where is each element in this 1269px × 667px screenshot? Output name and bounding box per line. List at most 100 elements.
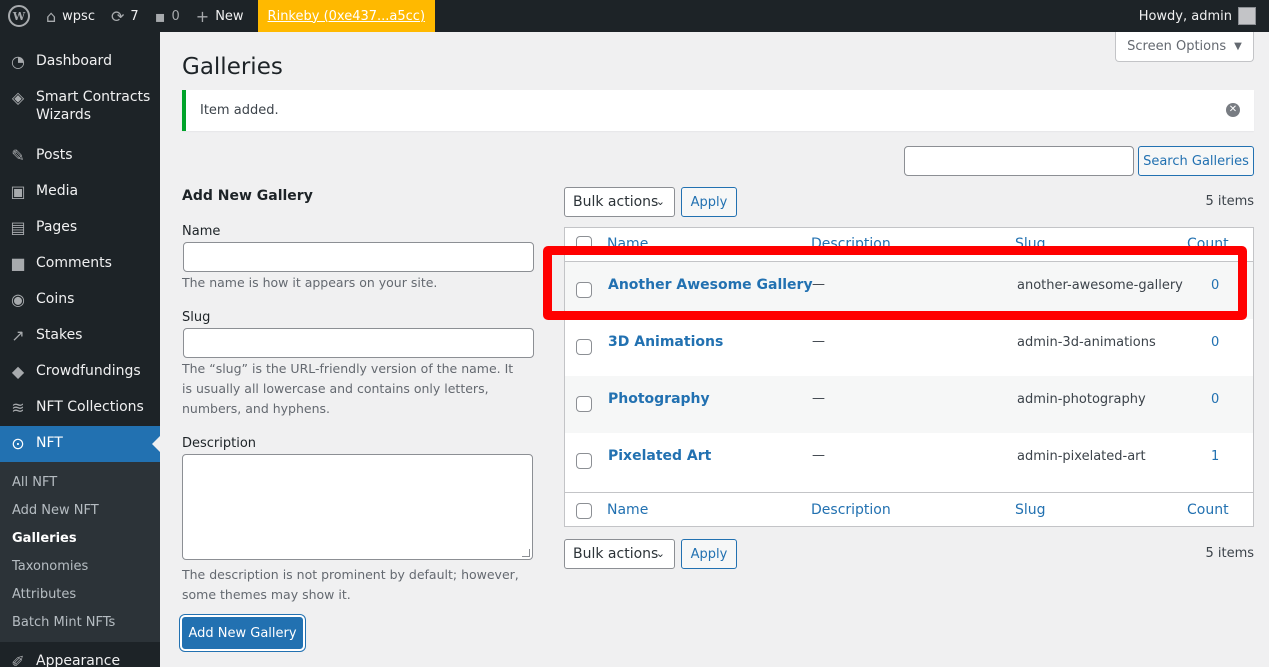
new-content-link[interactable]: + New bbox=[188, 0, 252, 32]
comments-count: 0 bbox=[171, 8, 180, 24]
site-name: wpsc bbox=[62, 8, 95, 24]
updates-count: 7 bbox=[130, 8, 139, 24]
name-field[interactable] bbox=[183, 242, 534, 272]
sidebar-item-dashboard[interactable]: ◔ Dashboard bbox=[0, 44, 160, 80]
select-all-checkbox[interactable] bbox=[576, 236, 592, 252]
howdy-label: Howdy, admin bbox=[1138, 8, 1232, 24]
slug-help: The “slug” is the URL-friendly version o… bbox=[182, 361, 514, 416]
sidebar-item-pages[interactable]: ▤ Pages bbox=[0, 210, 160, 246]
search-galleries-button[interactable]: Search Galleries bbox=[1138, 146, 1254, 176]
chevron-down-icon: ⌄ bbox=[655, 547, 665, 560]
row-checkbox[interactable] bbox=[576, 396, 592, 412]
nft-submenu: All NFT Add New NFT Galleries Taxonomies… bbox=[0, 462, 160, 642]
submenu-item-batch-mint-nfts[interactable]: Batch Mint NFTs bbox=[0, 608, 160, 636]
bulk-actions-select-bottom[interactable]: Bulk actions ⌄ bbox=[564, 539, 675, 569]
column-header-name[interactable]: Name bbox=[607, 236, 648, 252]
ethereum-icon: ◆ bbox=[11, 362, 25, 381]
screen-options-button[interactable]: Screen Options ▼ bbox=[1115, 32, 1254, 62]
new-label: New bbox=[215, 8, 244, 24]
row-count-link[interactable]: 0 bbox=[1211, 392, 1219, 407]
column-footer-slug[interactable]: Slug bbox=[1015, 502, 1046, 518]
chevron-down-icon: ⌄ bbox=[655, 195, 665, 208]
row-checkbox[interactable] bbox=[576, 282, 592, 298]
ethereum-icon: ◈ bbox=[11, 88, 25, 107]
row-checkbox[interactable] bbox=[576, 339, 592, 355]
notice-text: Item added. bbox=[200, 103, 279, 118]
column-header-slug[interactable]: Slug bbox=[1015, 236, 1046, 252]
user-account-link[interactable]: Howdy, admin bbox=[1131, 0, 1269, 32]
apply-button-top[interactable]: Apply bbox=[681, 187, 737, 217]
wordpress-logo-button[interactable]: W bbox=[0, 0, 38, 32]
table-row: Photography — admin-photography 0 bbox=[565, 376, 1253, 433]
row-name-link[interactable]: 3D Animations bbox=[608, 334, 723, 350]
site-name-link[interactable]: ⌂ wpsc bbox=[38, 0, 103, 32]
row-name-link[interactable]: Another Awesome Gallery bbox=[608, 277, 813, 293]
submenu-item-all-nft[interactable]: All NFT bbox=[0, 468, 160, 496]
column-header-description[interactable]: Description bbox=[811, 236, 891, 252]
submenu-item-add-new-nft[interactable]: Add New NFT bbox=[0, 496, 160, 524]
sidebar-item-stakes[interactable]: ↗ Stakes bbox=[0, 318, 160, 354]
brush-icon: ✐ bbox=[11, 652, 25, 667]
row-count-link[interactable]: 0 bbox=[1211, 278, 1219, 293]
dismiss-icon[interactable]: ✕ bbox=[1226, 103, 1240, 117]
dashboard-icon: ◔ bbox=[11, 52, 25, 71]
submenu-item-taxonomies[interactable]: Taxonomies bbox=[0, 552, 160, 580]
name-help: The name is how it appears on your site. bbox=[182, 275, 438, 290]
row-name-link[interactable]: Photography bbox=[608, 391, 710, 407]
column-footer-count[interactable]: Count bbox=[1187, 502, 1229, 518]
nft-icon: ⊙ bbox=[11, 434, 25, 453]
table-row: Pixelated Art — admin-pixelated-art 1 bbox=[565, 433, 1253, 490]
row-slug: another-awesome-gallery bbox=[1017, 278, 1183, 293]
sidebar-item-appearance[interactable]: ✐ Appearance bbox=[0, 642, 160, 667]
description-help: The description is not prominent by defa… bbox=[182, 567, 519, 602]
sidebar-item-nft-collections[interactable]: ≋ NFT Collections bbox=[0, 390, 160, 426]
items-count-bottom: 5 items bbox=[1205, 546, 1254, 561]
row-slug: admin-pixelated-art bbox=[1017, 449, 1146, 464]
submenu-item-attributes[interactable]: Attributes bbox=[0, 580, 160, 608]
sidebar-item-posts[interactable]: ✎ Posts bbox=[0, 138, 160, 174]
admin-sidebar: ◔ Dashboard ◈ Smart Contracts Wizards ✎ … bbox=[0, 32, 160, 667]
row-count-link[interactable]: 0 bbox=[1211, 335, 1219, 350]
select-all-checkbox-footer[interactable] bbox=[576, 503, 592, 519]
row-slug: admin-3d-animations bbox=[1017, 335, 1156, 350]
column-header-count[interactable]: Count bbox=[1187, 236, 1229, 252]
comments-link[interactable]: ▪ 0 bbox=[147, 0, 188, 32]
sidebar-item-coins[interactable]: ◉ Coins bbox=[0, 282, 160, 318]
plus-icon: + bbox=[195, 6, 210, 26]
sidebar-item-media[interactable]: ▣ Media bbox=[0, 174, 160, 210]
row-description: — bbox=[812, 334, 825, 349]
row-checkbox[interactable] bbox=[576, 453, 592, 469]
comment-bubble-icon: ▪ bbox=[154, 6, 166, 26]
wordpress-icon: W bbox=[8, 5, 30, 27]
row-name-link[interactable]: Pixelated Art bbox=[608, 448, 711, 464]
page-title: Galleries bbox=[182, 54, 283, 80]
network-badge[interactable]: Rinkeby (0xe437...a5cc) bbox=[257, 0, 436, 32]
sidebar-item-crowdfundings[interactable]: ◆ Crowdfundings bbox=[0, 354, 160, 390]
sidebar-item-smart-contracts-wizards[interactable]: ◈ Smart Contracts Wizards bbox=[0, 80, 160, 134]
slug-field[interactable] bbox=[183, 328, 534, 358]
description-textarea[interactable] bbox=[182, 454, 533, 560]
sidebar-item-comments[interactable]: ■ Comments bbox=[0, 246, 160, 282]
sidebar-item-nft[interactable]: ⊙ NFT bbox=[0, 426, 160, 462]
row-slug: admin-photography bbox=[1017, 392, 1146, 407]
row-count-link[interactable]: 1 bbox=[1211, 449, 1219, 464]
search-input[interactable] bbox=[904, 146, 1134, 176]
success-notice: Item added. ✕ bbox=[182, 90, 1254, 131]
apply-button-bottom[interactable]: Apply bbox=[681, 539, 737, 569]
submenu-item-galleries[interactable]: Galleries bbox=[0, 524, 160, 552]
updates-icon: ⟳ bbox=[110, 6, 125, 26]
table-header: Name Description Slug Count bbox=[565, 228, 1253, 262]
column-footer-description[interactable]: Description bbox=[811, 502, 891, 518]
name-label: Name bbox=[182, 224, 221, 239]
table-row: 3D Animations — admin-3d-animations 0 bbox=[565, 319, 1253, 376]
column-footer-name[interactable]: Name bbox=[607, 502, 648, 518]
resize-handle-icon[interactable] bbox=[522, 549, 530, 557]
updates-link[interactable]: ⟳ 7 bbox=[103, 0, 147, 32]
comments-icon: ■ bbox=[10, 254, 26, 273]
pin-icon: ✎ bbox=[11, 146, 25, 165]
pages-icon: ▤ bbox=[10, 218, 26, 237]
row-description: — bbox=[812, 448, 825, 463]
bulk-actions-select-top[interactable]: Bulk actions ⌄ bbox=[564, 187, 675, 217]
items-count-top: 5 items bbox=[1205, 194, 1254, 209]
add-new-gallery-button[interactable]: Add New Gallery bbox=[182, 617, 303, 649]
